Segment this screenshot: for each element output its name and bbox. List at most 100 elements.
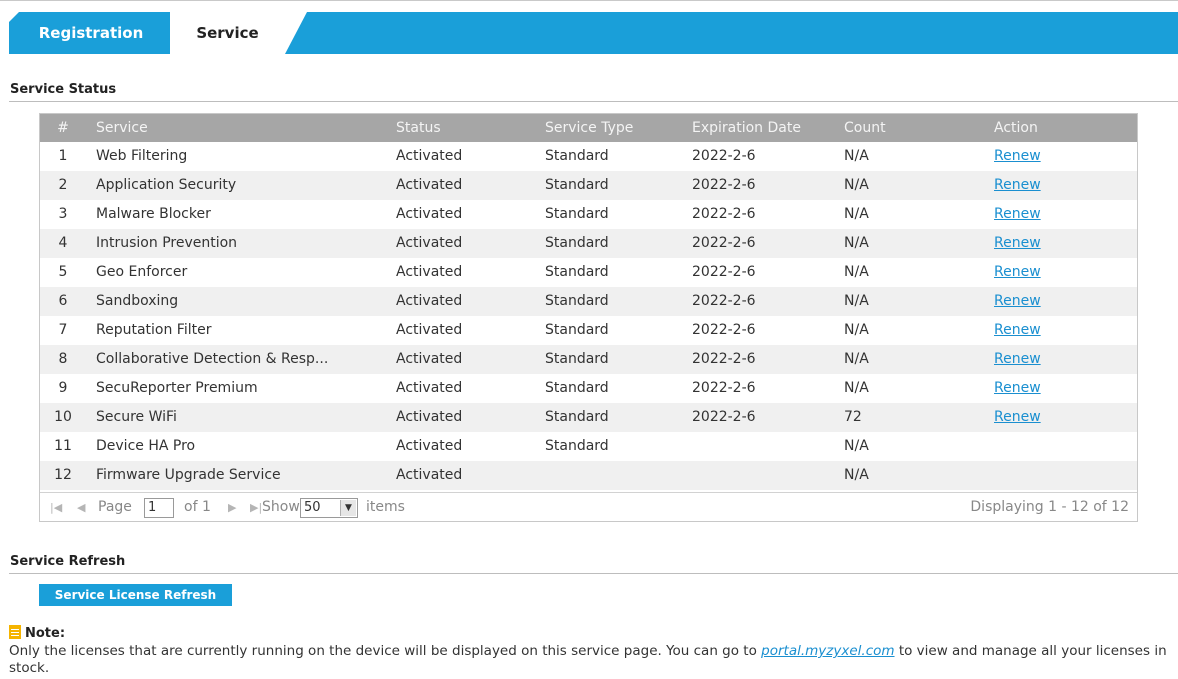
tab-registration[interactable]: Registration	[31, 12, 151, 54]
table-row[interactable]: 4 Intrusion Prevention Activated Standard 20…	[40, 229, 1137, 258]
action-cell: Renew	[994, 258, 1134, 286]
renew-link[interactable]: Renew	[994, 380, 1041, 396]
section-divider	[9, 101, 1178, 102]
tab-service[interactable]: Service	[170, 12, 307, 54]
license-count: N/A	[844, 293, 869, 309]
table-row[interactable]: 2 Application Security Activated Standard 20…	[40, 171, 1137, 200]
renew-link[interactable]: Renew	[994, 206, 1041, 222]
row-number: 2	[58, 177, 68, 193]
items-per-page-select[interactable]: 50 ▼	[300, 498, 358, 518]
pager: |◀ ◀ Page 1 of 1 ▶ ▶| Show 50 ▼ items Di…	[40, 492, 1137, 521]
service-name: Web Filtering	[96, 148, 188, 164]
row-number: 6	[58, 293, 68, 309]
next-page-icon[interactable]: ▶	[228, 493, 236, 522]
service-type: Standard	[545, 235, 609, 251]
renew-link[interactable]: Renew	[994, 351, 1041, 367]
renew-link[interactable]: Renew	[994, 322, 1041, 338]
license-count: N/A	[844, 322, 869, 338]
column-header-status[interactable]: Status	[396, 114, 546, 142]
expiration-date: 2022-2-6	[692, 351, 756, 367]
renew-link[interactable]: Renew	[994, 264, 1041, 280]
service-status: Activated	[396, 293, 463, 309]
row-number: 12	[54, 467, 72, 483]
row-number: 7	[58, 322, 68, 338]
action-cell: Renew	[994, 374, 1134, 402]
service-name: Reputation Filter	[96, 322, 212, 338]
service-name: Malware Blocker	[96, 206, 211, 222]
note-label: Note:	[25, 626, 66, 641]
service-status-grid: # Service Status Service Type Expiration…	[39, 113, 1138, 522]
table-row[interactable]: 6 Sandboxing Activated Standard 2022-2-6 N/A R…	[40, 287, 1137, 316]
items-label: items	[366, 499, 405, 515]
table-row[interactable]: 9 SecuReporter Premium Activated Standard 20…	[40, 374, 1137, 403]
service-name: Sandboxing	[96, 293, 179, 309]
license-count: N/A	[844, 235, 869, 251]
table-row[interactable]: 8 Collaborative Detection & Resp... Activa…	[40, 345, 1137, 374]
expiration-date: 2022-2-6	[692, 177, 756, 193]
table-row[interactable]: 7 Reputation Filter Activated Standard 2022-…	[40, 316, 1137, 345]
column-header-service-type[interactable]: Service Type	[545, 114, 695, 142]
section-divider	[9, 573, 1178, 574]
row-number: 8	[58, 351, 68, 367]
service-type: Standard	[545, 206, 609, 222]
last-page-icon[interactable]: ▶|	[250, 493, 262, 522]
column-header-service[interactable]: Service	[96, 114, 396, 142]
license-count: N/A	[844, 380, 869, 396]
renew-link[interactable]: Renew	[994, 177, 1041, 193]
show-label: Show	[262, 499, 300, 515]
table-row[interactable]: 10 Secure WiFi Activated Standard 2022-2-6 72…	[40, 403, 1137, 432]
expiration-date: 2022-2-6	[692, 206, 756, 222]
grid-header: # Service Status Service Type Expiration…	[40, 114, 1137, 142]
table-row[interactable]: 11 Device HA Pro Activated Standard N/A	[40, 432, 1137, 461]
service-name: Geo Enforcer	[96, 264, 188, 280]
expiration-date: 2022-2-6	[692, 264, 756, 280]
first-page-icon[interactable]: |◀	[50, 493, 62, 522]
column-header-action[interactable]: Action	[994, 114, 1134, 142]
expiration-date: 2022-2-6	[692, 409, 756, 425]
action-cell: Renew	[994, 403, 1134, 431]
service-status: Activated	[396, 148, 463, 164]
expiration-date: 2022-2-6	[692, 148, 756, 164]
column-header-number[interactable]: #	[40, 114, 86, 142]
tab-bar: Registration Service	[9, 12, 1178, 54]
column-header-count[interactable]: Count	[844, 114, 994, 142]
prev-page-icon[interactable]: ◀	[77, 493, 85, 522]
renew-link[interactable]: Renew	[994, 409, 1041, 425]
tab-bar-corner	[9, 12, 19, 22]
portal-link[interactable]: portal.myzyxel.com	[761, 643, 894, 659]
service-type: Standard	[545, 264, 609, 280]
service-status: Activated	[396, 380, 463, 396]
service-status: Activated	[396, 235, 463, 251]
action-cell: Renew	[994, 142, 1134, 170]
service-license-refresh-button[interactable]: Service License Refresh	[39, 584, 232, 606]
service-type: Standard	[545, 438, 609, 454]
license-count: N/A	[844, 351, 869, 367]
table-row[interactable]: 3 Malware Blocker Activated Standard 2022-2-…	[40, 200, 1137, 229]
service-name: Secure WiFi	[96, 409, 177, 425]
service-type: Standard	[545, 380, 609, 396]
row-number: 3	[58, 206, 68, 222]
note-heading: Note:	[9, 625, 65, 641]
items-per-page-value: 50	[304, 500, 321, 515]
column-header-expiration-date[interactable]: Expiration Date	[692, 114, 842, 142]
action-cell: Renew	[994, 171, 1134, 199]
service-type: Standard	[545, 322, 609, 338]
chevron-down-icon[interactable]: ▼	[340, 500, 356, 516]
renew-link[interactable]: Renew	[994, 148, 1041, 164]
page-input[interactable]: 1	[144, 498, 174, 518]
service-type: Standard	[545, 148, 609, 164]
displaying-summary: Displaying 1 - 12 of 12	[970, 499, 1129, 515]
service-status: Activated	[396, 322, 463, 338]
renew-link[interactable]: Renew	[994, 235, 1041, 251]
table-row[interactable]: 12 Firmware Upgrade Service Activated N/A	[40, 461, 1137, 490]
renew-link[interactable]: Renew	[994, 293, 1041, 309]
top-divider	[0, 0, 1178, 1]
service-name: Firmware Upgrade Service	[96, 467, 281, 483]
table-row[interactable]: 5 Geo Enforcer Activated Standard 2022-2-6 N/…	[40, 258, 1137, 287]
service-status: Activated	[396, 351, 463, 367]
service-refresh-title: Service Refresh	[10, 554, 126, 569]
service-status: Activated	[396, 177, 463, 193]
service-type: Standard	[545, 177, 609, 193]
table-row[interactable]: 1 Web Filtering Activated Standard 2022-2-6 N…	[40, 142, 1137, 171]
license-count: N/A	[844, 467, 869, 483]
